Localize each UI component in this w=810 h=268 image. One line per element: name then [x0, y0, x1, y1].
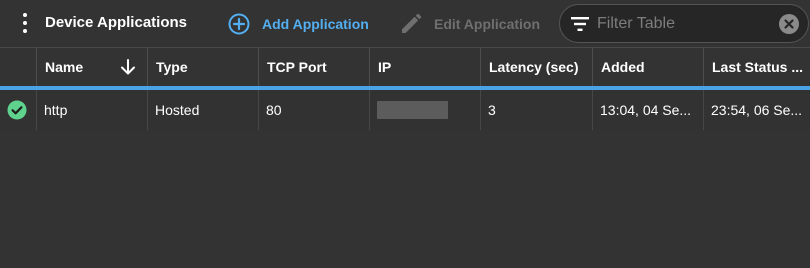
column-header-last-status[interactable]: Last Status ...	[704, 48, 810, 86]
cell-ip	[370, 90, 481, 130]
table-header-row: Name Type TCP Port IP Latency (sec) Adde…	[0, 48, 810, 88]
cell-name: http	[37, 90, 148, 130]
column-header-name-label: Name	[45, 59, 84, 75]
cell-latency: 3	[481, 90, 593, 130]
page-title: Device Applications	[45, 14, 187, 31]
column-header-type[interactable]: Type	[148, 48, 259, 86]
arrow-down-icon[interactable]	[119, 58, 137, 76]
cell-added: 13:04, 04 Se...	[593, 90, 704, 130]
redacted-ip-block	[377, 101, 448, 119]
filter-lines-icon	[571, 17, 589, 31]
column-header-status[interactable]	[0, 48, 37, 86]
column-header-added[interactable]: Added	[593, 48, 704, 86]
close-circle-icon[interactable]	[779, 14, 799, 34]
column-header-latency[interactable]: Latency (sec)	[481, 48, 593, 86]
cell-type: Hosted	[148, 90, 259, 130]
filter-table-input[interactable]	[597, 13, 767, 35]
table-row[interactable]: http Hosted 80 3 13:04, 04 Se... 23:54, …	[0, 90, 810, 130]
column-header-ip[interactable]: IP	[370, 48, 481, 86]
filter-table-field	[559, 4, 809, 43]
cell-tcp-port: 80	[259, 90, 370, 130]
toolbar: Device Applications Add Application Edit…	[0, 0, 810, 47]
kebab-menu-icon[interactable]	[18, 13, 32, 33]
column-header-tcp-port[interactable]: TCP Port	[259, 48, 370, 86]
cell-status	[0, 90, 37, 130]
add-application-label: Add Application	[262, 15, 369, 32]
plus-circle-icon	[228, 13, 250, 34]
column-header-name[interactable]: Name	[37, 48, 148, 86]
check-circle-icon	[7, 100, 27, 120]
edit-application-button[interactable]: Edit Application	[399, 10, 540, 37]
pencil-icon	[402, 13, 422, 33]
add-application-button[interactable]: Add Application	[227, 10, 369, 37]
cell-last-status: 23:54, 06 Se...	[711, 102, 803, 118]
edit-application-label: Edit Application	[434, 15, 541, 32]
